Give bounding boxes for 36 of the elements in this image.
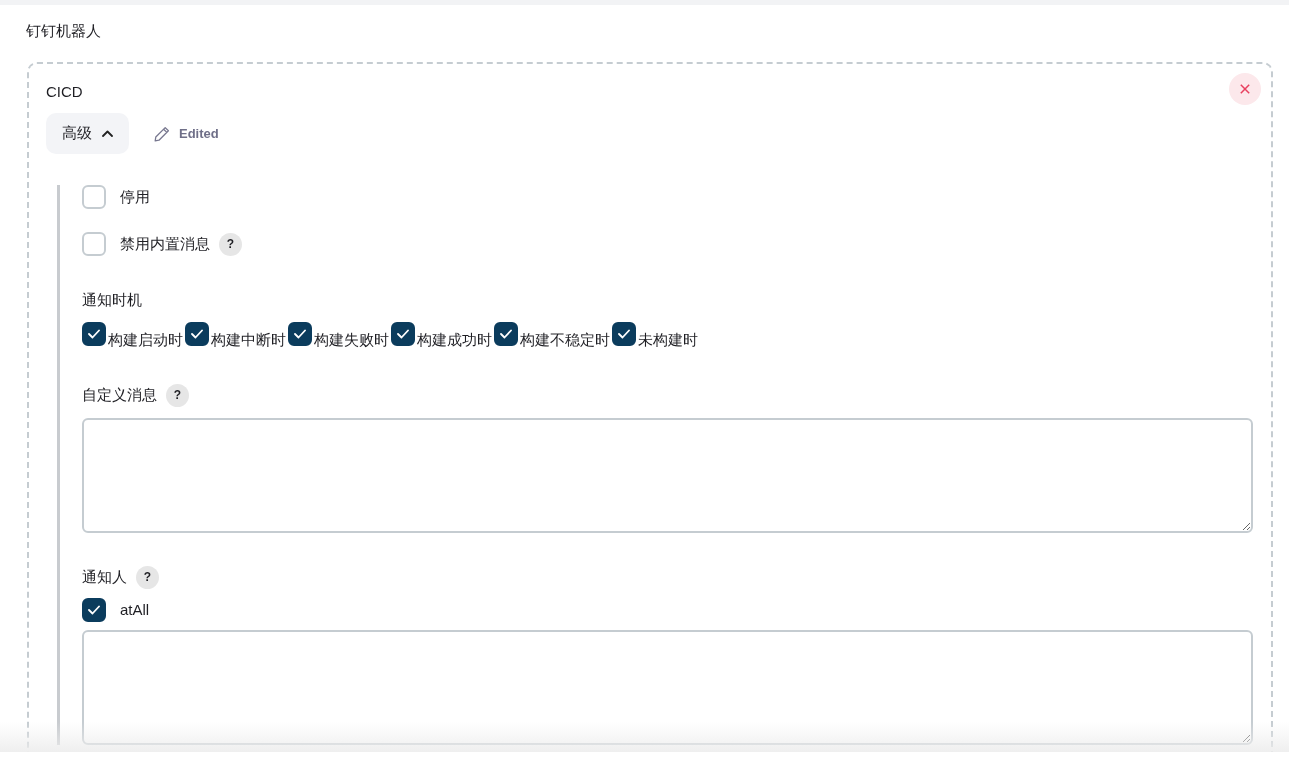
pencil-icon (154, 125, 170, 142)
checkbox-label[interactable]: 停用 (120, 187, 150, 207)
edited-status: Edited (179, 126, 219, 141)
check-icon (294, 329, 306, 339)
checkbox-label[interactable]: 构建中断时 (211, 330, 286, 350)
checkbox[interactable] (612, 322, 636, 346)
check-icon (191, 329, 203, 339)
checkbox-label[interactable]: 构建不稳定时 (520, 330, 610, 350)
checkbox[interactable] (82, 598, 106, 622)
checkbox[interactable] (391, 322, 415, 346)
checkbox-label[interactable]: 禁用内置消息 (120, 234, 210, 254)
close-icon (1240, 84, 1250, 94)
robot-name: CICD (46, 82, 83, 102)
check-icon (397, 329, 409, 339)
checkbox-label[interactable]: 未构建时 (638, 330, 698, 350)
chevron-icon (102, 130, 113, 137)
help-button[interactable]: ? (219, 232, 242, 256)
advanced-button[interactable]: 高级 (46, 113, 129, 154)
section-title: 钉钉机器人 (26, 21, 101, 41)
field-label: 通知时机 (82, 290, 142, 310)
checkbox[interactable] (82, 322, 106, 346)
check-icon (618, 329, 630, 339)
field-label: 自定义消息 (82, 385, 157, 405)
checkbox[interactable] (185, 322, 209, 346)
help-button[interactable]: ? (166, 383, 189, 407)
checkbox-label[interactable]: atAll (120, 600, 150, 620)
field-label: 通知人 (82, 567, 127, 587)
checkbox[interactable] (288, 322, 312, 346)
checkbox[interactable] (494, 322, 518, 346)
check-icon (88, 329, 100, 339)
help-button[interactable]: ? (136, 565, 159, 589)
checkbox-label[interactable]: 构建启动时 (108, 330, 183, 350)
checkbox-label[interactable]: 构建成功时 (417, 330, 492, 350)
check-icon (88, 605, 100, 615)
checkbox-label[interactable]: 构建失败时 (314, 330, 389, 350)
check-icon (500, 329, 512, 339)
